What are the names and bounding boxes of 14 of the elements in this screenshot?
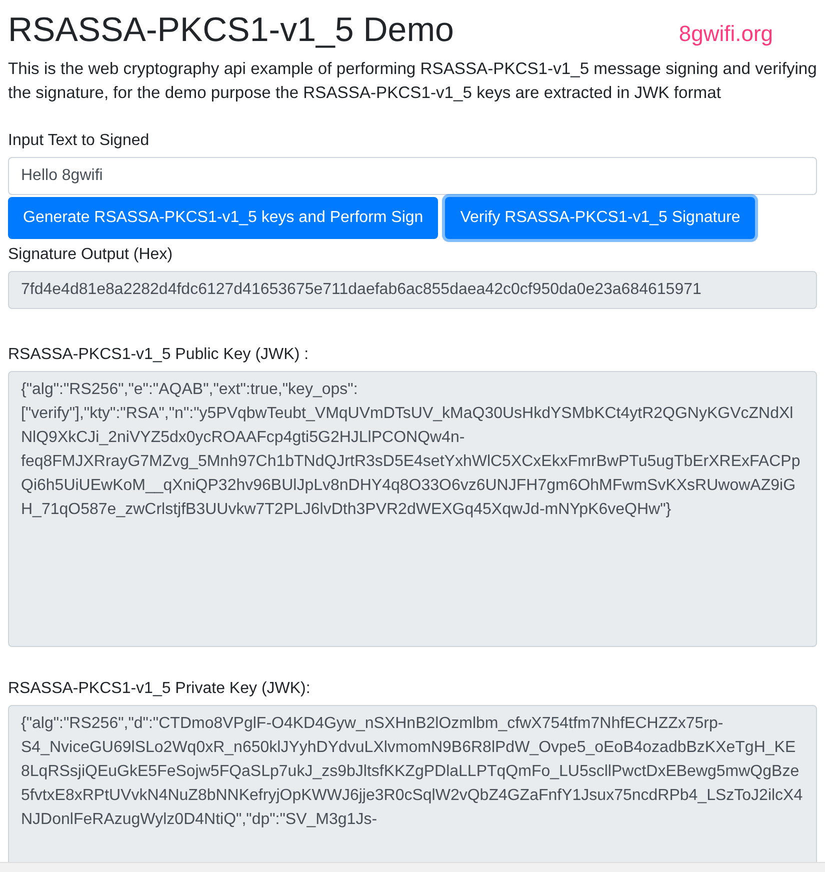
private-key-field[interactable]: {"alg":"RS256","d":"CTDmo8VPglF-O4KD4Gyw_nSXHnB2lOzmlbm_cfwX754tfm7NhfECHZZx75rp-S4_NviceGU69lSLo2Wq0xR_n650klJYyhDYdvuLXlvmomN9B6R8lPdW_Ovpe5_oEoB4ozadbBzKXeTgH_KE8LqRSsjiQEuGkE5FeSojw5FQaSLp7ukJ_zs9bJltsfKKZgPDlaLLPTqQmFo_LU5scllPwctDxEBewg5mwQgBze5fvtxE8xRPtUVvkN4NuZ8bNNKefryjOpKWWJ6jje3R0cSqlW2vQbZ4GZaFnfY1Jsux75ncdRPb4_LSzToJ2ilcX4NJDonlFeRAzugWylz0D4NtiQ","dp":"SV_M3g1Js- bbox=[8, 704, 817, 862]
description: This is the web cryptography api example of performing RSASSA-PKCS1-v1_5 message signing and verifying the signature, for the demo purpose the RSASSA-PKCS1-v1_5 keys are extracted in JWK format bbox=[8, 58, 817, 104]
page-title: RSASSA-PKCS1-v1_5 Demo bbox=[8, 10, 454, 51]
action-button[interactable]: Verify RSASSA-PKCS1-v1_5 Signature bbox=[445, 196, 756, 239]
horizontal-scrollbar[interactable] bbox=[0, 862, 825, 872]
signature-field[interactable]: 7fd4e4d81e8a2282d4fdc6127d41653675e711daefab6ac855daea42c0cf950da0e23a684615971 bbox=[8, 270, 817, 309]
action-button[interactable]: Generate RSASSA-PKCS1-v1_5 keys and Perform Sign bbox=[8, 196, 438, 239]
input-label: Input Text to Signed bbox=[8, 130, 150, 151]
input-field[interactable]: Hello 8gwifi bbox=[8, 156, 817, 195]
public-key-label: RSASSA-PKCS1-v1_5 Public Key (JWK) : bbox=[8, 344, 310, 365]
site-name: 8gwifi.org bbox=[678, 20, 773, 47]
public-key-field[interactable]: {"alg":"RS256","e":"AQAB","ext":true,"key_ops":["verify"],"kty":"RSA","n":"y5PVqbwTeubt_VMqUVmDTsUV_kMaQ30UsHkdYSMbKCt4ytR2QGNyKGVcZNdXlNlQ9XkCJi_2niVYZ5dx0ycROAAFcp4gti5G2HJLlPCONQw4n-feq8FMJXRrayG7MZvg_5Mnh97Ch1bTNdQJrtR3sD5E4setYxhWlC5XCxEkxFmrBwPTu5ugTbErXRExFACPpQi6h5UiUEwKoM__qXniQP32hv96BUlJpLv8nDHY4q8O33O6vz6UNJFH7gm6OhMFwmSvKXsRUwowAZ9iGH_71qO587e_zwCrlstjfB3UUvkw7T2PLJ6lvDth3PVR2dWEXGq45XqwJd-mNYpK6veQHw"} bbox=[8, 370, 817, 647]
signature-label: Signature Output (Hex) bbox=[8, 244, 174, 265]
private-key-label: RSASSA-PKCS1-v1_5 Private Key (JWK): bbox=[8, 678, 312, 699]
